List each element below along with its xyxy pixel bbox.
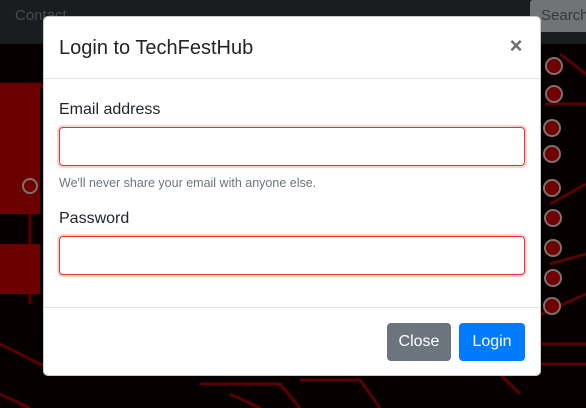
password-label: Password (59, 210, 130, 227)
close-button[interactable]: Close (387, 323, 451, 361)
close-icon[interactable]: × (508, 35, 524, 59)
modal-body: Email address We'll never share your ema… (44, 79, 540, 308)
login-button[interactable]: Login (459, 323, 525, 361)
login-modal: Login to TechFestHub × Email address We'… (43, 16, 541, 376)
modal-header: Login to TechFestHub × (44, 17, 540, 79)
email-field[interactable] (59, 127, 525, 166)
modal-title: Login to TechFestHub (59, 37, 254, 59)
modal-footer: Close Login (44, 308, 540, 377)
email-label: Email address (59, 101, 161, 118)
password-field[interactable] (59, 236, 525, 275)
email-help-text: We'll never share your email with anyone… (59, 176, 317, 190)
